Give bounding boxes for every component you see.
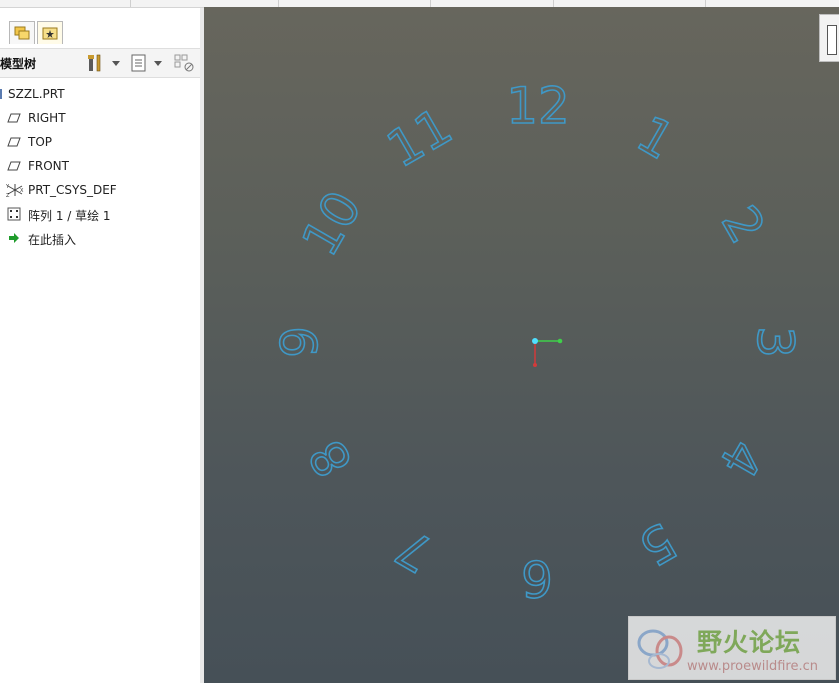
clock-number-8: 8 (298, 430, 364, 487)
watermark: 野火论坛 www.proewildfire.cn (628, 616, 836, 680)
chevron-down-icon (112, 61, 120, 66)
toolbar-divider (705, 0, 706, 7)
origin-marker[interactable] (532, 338, 538, 344)
tree-settings-icon (88, 54, 101, 72)
tree-item-label: RIGHT (28, 111, 66, 125)
clock-number-11: 11 (377, 97, 461, 179)
watermark-url: www.proewildfire.cn (687, 659, 818, 674)
model-tree-header: 模型树 (0, 48, 200, 78)
panel-title: 模型树 (0, 57, 37, 71)
datum-plane-icon (7, 159, 21, 173)
tree-settings-button[interactable] (86, 53, 122, 73)
y-axis-end-marker (533, 363, 537, 367)
tree-item-csys[interactable]: Y Z X PRT_CSYS_DEF (0, 180, 196, 200)
svg-text:Z: Z (6, 193, 10, 198)
x-axis-end-marker (557, 338, 563, 344)
view-toolbar-button[interactable] (819, 14, 839, 62)
graphics-viewport[interactable]: 12 1 2 3 4 5 6 7 8 9 10 11 野火论坛 www.proe… (204, 7, 839, 683)
coordinate-system-icon: Y Z X (5, 182, 24, 199)
toolbar-divider (430, 0, 431, 7)
clock-number-1: 1 (627, 105, 684, 171)
tree-item-label: 在此插入 (28, 233, 77, 247)
tree-item-pattern[interactable]: 阵列 1 / 草绘 1 (0, 204, 196, 224)
tree-item-right[interactable]: RIGHT (0, 108, 196, 128)
tree-item-label: 阵列 1 / 草绘 1 (28, 209, 111, 223)
clock-number-5: 5 (629, 511, 686, 577)
datum-plane-icon (7, 135, 21, 149)
layer-tab[interactable] (9, 21, 35, 44)
tree-item-top[interactable]: TOP (0, 132, 196, 152)
tree-item-front[interactable]: FRONT (0, 156, 196, 176)
toolbar-divider (553, 0, 554, 7)
tree-filter-button[interactable] (174, 53, 196, 73)
clock-number-3: 3 (746, 326, 804, 358)
svg-text:X: X (20, 188, 24, 194)
tree-columns-button[interactable] (130, 53, 164, 73)
tree-item-label: TOP (28, 135, 53, 149)
tree-filter-icon (174, 54, 194, 72)
star-folder-icon (42, 27, 58, 40)
tree-item-label: SZZL.PRT (8, 87, 65, 101)
toolbar-divider (278, 0, 279, 7)
forum-logo-icon (637, 629, 683, 669)
clock-number-4: 4 (708, 430, 774, 487)
tree-item-label: FRONT (28, 159, 69, 173)
toolbar-divider (130, 0, 131, 7)
clock-sketch: 12 1 2 3 4 5 6 7 8 9 10 11 (270, 76, 805, 608)
pattern-icon (7, 207, 21, 221)
folders-icon (14, 26, 30, 40)
insert-arrow-icon (7, 231, 21, 245)
view-tool-icon (827, 25, 837, 55)
tree-item-label: PRT_CSYS_DEF (28, 183, 117, 197)
chevron-down-icon (154, 61, 162, 66)
watermark-title: 野火论坛 (697, 628, 802, 657)
navigator-tabs (0, 8, 200, 48)
tree-item-part[interactable]: SZZL.PRT (0, 84, 196, 104)
clock-number-6: 6 (521, 549, 553, 607)
favorites-tab[interactable] (37, 21, 63, 44)
clock-number-7: 7 (386, 517, 443, 583)
datum-plane-icon (7, 111, 21, 125)
clock-number-2: 2 (710, 196, 776, 253)
tree-columns-icon (131, 54, 146, 72)
clock-number-10: 10 (291, 181, 373, 265)
tree-item-insert-here[interactable]: 在此插入 (0, 228, 196, 248)
navigator-panel: 模型树 SZZL.PRT RIGHT TOP FRONT Y Z X PRT_C… (0, 8, 201, 683)
clock-number-12: 12 (506, 77, 570, 135)
clock-number-9: 9 (271, 326, 329, 358)
